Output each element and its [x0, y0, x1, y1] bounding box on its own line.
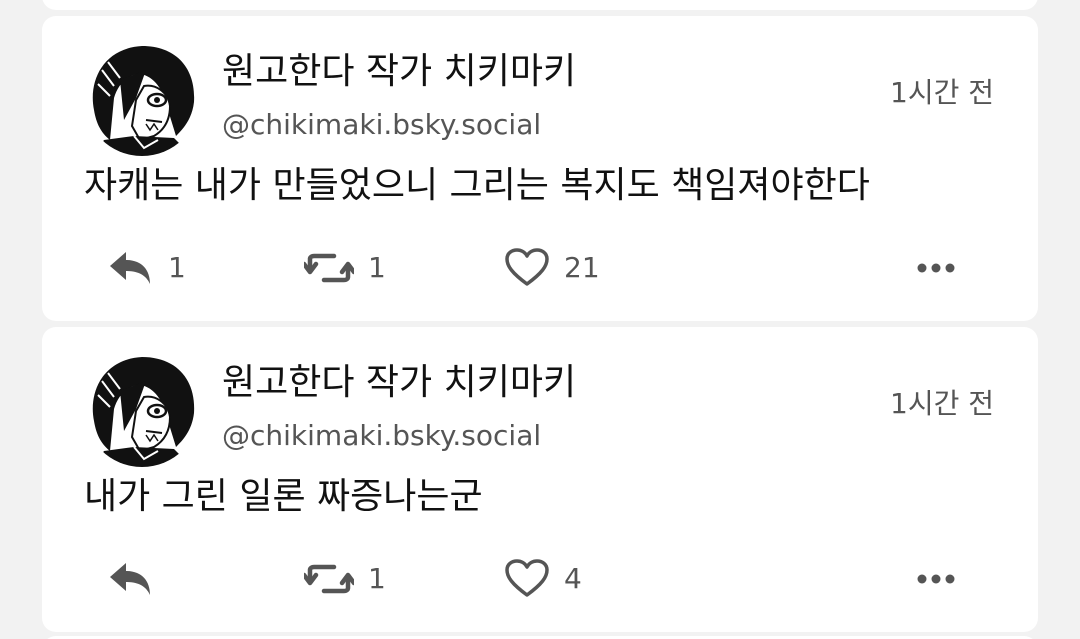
avatar[interactable] [84, 40, 200, 156]
like-count: 21 [564, 251, 600, 284]
post-timestamp[interactable]: 1시간 전 [890, 387, 994, 421]
more-options-button[interactable] [916, 248, 956, 288]
repost-count: 1 [368, 562, 386, 595]
author-display-name[interactable]: 원고한다 작가 치키마키 [222, 50, 576, 94]
repost-button[interactable]: 1 [301, 559, 386, 599]
previous-post-card [42, 0, 1038, 10]
author-handle[interactable]: @chikimaki.bsky.social [222, 108, 541, 142]
author-handle[interactable]: @chikimaki.bsky.social [222, 419, 541, 453]
like-button[interactable]: 21 [504, 248, 600, 288]
heart-icon [504, 559, 550, 599]
post-text: 자캐는 내가 만들었으니 그리는 복지도 책임져야한다 [84, 165, 870, 206]
post-card[interactable]: 원고한다 작가 치키마키 @chikimaki.bsky.social 1시간 … [42, 327, 1038, 632]
reply-button[interactable] [108, 559, 168, 599]
post-timestamp[interactable]: 1시간 전 [890, 76, 994, 110]
repost-icon [301, 248, 357, 288]
author-display-name[interactable]: 원고한다 작가 치키마키 [222, 361, 576, 405]
heart-icon [504, 248, 550, 288]
reply-arrow-icon [108, 248, 154, 288]
ellipsis-icon [916, 559, 956, 599]
repost-count: 1 [368, 251, 386, 284]
like-button[interactable]: 4 [504, 559, 582, 599]
post-feed: 원고한다 작가 치키마키 @chikimaki.bsky.social 1시간 … [0, 0, 1080, 639]
reply-button[interactable]: 1 [108, 248, 186, 288]
reply-count: 1 [168, 251, 186, 284]
post-card[interactable]: 원고한다 작가 치키마키 @chikimaki.bsky.social 1시간 … [42, 16, 1038, 321]
more-options-button[interactable] [916, 559, 956, 599]
post-text: 내가 그린 일론 짜증나는군 [84, 476, 483, 517]
repost-button[interactable]: 1 [301, 248, 386, 288]
avatar[interactable] [84, 351, 200, 467]
repost-icon [301, 559, 357, 599]
ellipsis-icon [916, 248, 956, 288]
like-count: 4 [564, 562, 582, 595]
reply-arrow-icon [108, 559, 154, 599]
